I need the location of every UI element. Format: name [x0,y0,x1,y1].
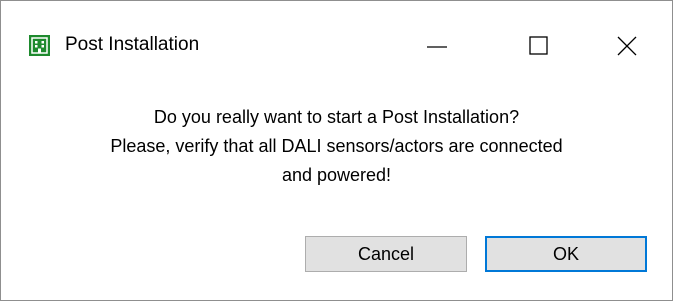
title-bar[interactable]: Post Installation [1,1,672,91]
dialog-message: Do you really want to start a Post Insta… [1,103,672,190]
close-icon [617,36,637,56]
minimize-icon [427,46,447,48]
close-button[interactable] [591,21,663,71]
cancel-button[interactable]: Cancel [305,236,467,272]
message-line: Please, verify that all DALI sensors/act… [110,136,563,156]
window-title: Post Installation [65,34,200,55]
dialog-content: Do you really want to start a Post Insta… [1,91,672,300]
ok-button[interactable]: OK [485,236,647,272]
building-icon [29,35,50,56]
maximize-icon [529,36,548,55]
message-line: Do you really want to start a Post Insta… [153,107,520,127]
minimize-button[interactable] [401,21,473,71]
dialog-window: Post Installation Do you really want to … [0,0,673,301]
maximize-button[interactable] [503,21,575,71]
message-line: and powered! [281,165,392,185]
